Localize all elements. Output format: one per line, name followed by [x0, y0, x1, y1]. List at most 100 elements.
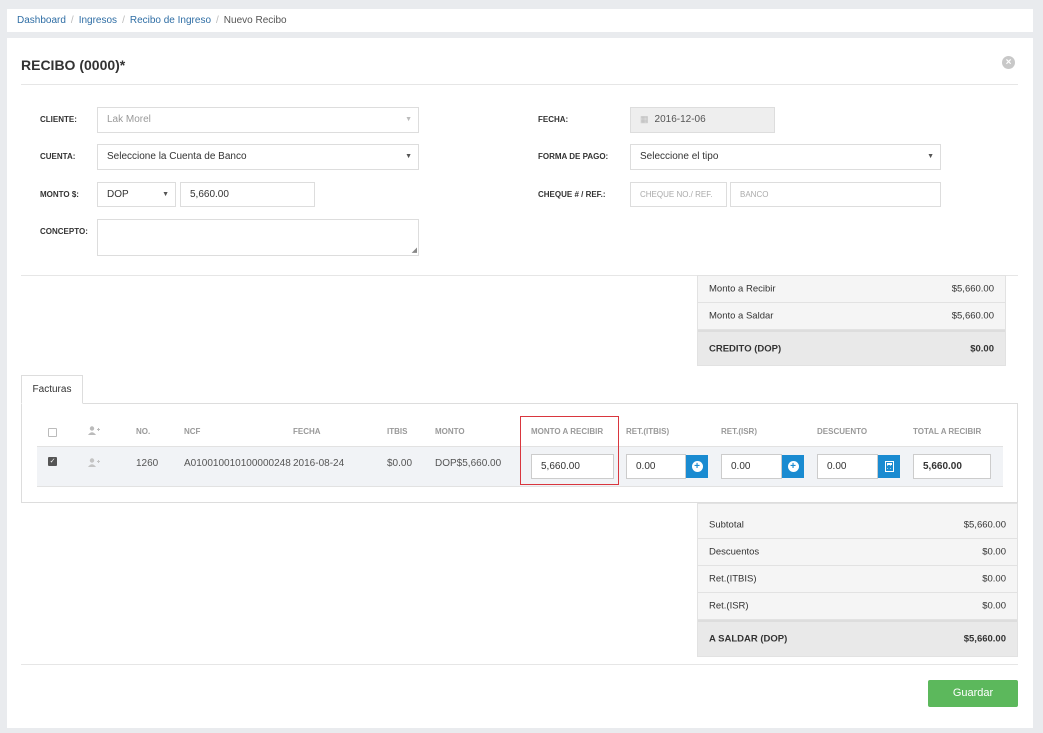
descuento-value: 0.00 — [827, 461, 847, 472]
cuenta-label: CUENTA: — [40, 152, 76, 161]
col-ncf: NCF — [184, 427, 201, 436]
summary-row: Monto a Recibir $5,660.00 — [698, 276, 1005, 303]
ret-isr-value: 0.00 — [731, 461, 751, 472]
breadcrumb-dashboard[interactable]: Dashboard — [17, 15, 66, 26]
cuenta-select[interactable]: Seleccione la Cuenta de Banco ▼ — [97, 144, 419, 170]
banco-input[interactable]: BANCO — [730, 182, 941, 207]
summary-value: $5,660.00 — [951, 310, 994, 322]
caret-down-icon: ▼ — [405, 153, 412, 160]
concepto-label: CONCEPTO: — [40, 227, 88, 236]
resize-handle-icon[interactable]: ◢ — [412, 247, 417, 254]
col-itbis: ITBIS — [387, 427, 408, 436]
forma-pago-label: FORMA DE PAGO: — [538, 152, 609, 161]
fecha-input[interactable]: ▦ 2016-12-06 — [630, 107, 775, 133]
tab-facturas[interactable]: Facturas — [21, 375, 83, 404]
select-all-checkbox[interactable] — [48, 428, 57, 437]
summary-label: Monto a Recibir — [709, 283, 776, 295]
credit-summary: Monto a Recibir $5,660.00 Monto a Saldar… — [697, 275, 1006, 366]
forma-pago-value: Seleccione el tipo — [640, 151, 719, 162]
close-icon[interactable]: × — [1002, 56, 1015, 69]
caret-down-icon: ▼ — [927, 153, 934, 160]
forma-pago-select[interactable]: Seleccione el tipo ▼ — [630, 144, 941, 170]
calculator-icon — [884, 461, 894, 472]
col-ret-isr: RET.(ISR) — [721, 427, 757, 436]
summary-total-row: A SALDAR (DOP) $5,660.00 — [698, 620, 1017, 656]
summary-total-value: $0.00 — [970, 343, 994, 354]
ret-itbis-value: 0.00 — [636, 461, 656, 472]
page-title: RECIBO (0000)* — [21, 57, 126, 73]
summary-value: $5,660.00 — [963, 519, 1006, 531]
summary-row: Monto a Saldar $5,660.00 — [698, 303, 1005, 330]
fecha-label: FECHA: — [538, 115, 569, 124]
total-a-recibir-value: 5,660.00 — [923, 461, 962, 472]
breadcrumb-current: Nuevo Recibo — [223, 15, 287, 26]
cliente-label: CLIENTE: — [40, 115, 77, 124]
cuenta-value: Seleccione la Cuenta de Banco — [107, 151, 247, 162]
summary-total-value: $5,660.00 — [963, 633, 1006, 645]
cliente-value: Lak Morel — [107, 114, 151, 125]
monto-value: 5,660.00 — [190, 189, 229, 200]
summary-label: Monto a Saldar — [709, 310, 774, 322]
summary-value: $0.00 — [982, 573, 1006, 585]
summary-label: Descuentos — [709, 546, 760, 558]
breadcrumb-ingresos[interactable]: Ingresos — [79, 15, 117, 26]
caret-down-icon: ▼ — [405, 116, 412, 123]
add-user-icon — [88, 426, 100, 435]
ret-isr-add-button[interactable]: + — [782, 455, 804, 478]
save-button[interactable]: Guardar — [928, 680, 1018, 707]
concepto-textarea[interactable]: ◢ — [97, 219, 419, 256]
breadcrumb-separator: / — [122, 15, 125, 26]
caret-down-icon: ▼ — [162, 191, 169, 198]
descuento-input[interactable]: 0.00 — [817, 454, 878, 479]
ret-itbis-input[interactable]: 0.00 — [626, 454, 686, 479]
total-a-recibir-input[interactable]: 5,660.00 — [913, 454, 991, 479]
cell-itbis: $0.00 — [387, 458, 413, 469]
breadcrumb-recibo-de-ingreso[interactable]: Recibo de Ingreso — [130, 15, 211, 26]
summary-row: Subtotal $5,660.00 — [698, 512, 1017, 539]
monto-label: MONTO $: — [40, 190, 79, 199]
monto-input[interactable]: 5,660.00 — [180, 182, 315, 207]
monto-a-recibir-highlight — [520, 416, 619, 485]
col-fecha: FECHA — [293, 427, 321, 436]
summary-label: Ret.(ITBIS) — [709, 573, 757, 585]
descuento-calc-button[interactable] — [878, 455, 900, 478]
summary-value: $5,660.00 — [951, 283, 994, 295]
totals-summary: Subtotal $5,660.00 Descuentos $0.00 Ret.… — [697, 503, 1018, 657]
ret-itbis-add-button[interactable]: + — [686, 455, 708, 478]
plus-circle-icon: + — [691, 461, 703, 472]
summary-total-row: CREDITO (DOP) $0.00 — [698, 330, 1005, 365]
ret-isr-input[interactable]: 0.00 — [721, 454, 782, 479]
col-descuento: DESCUENTO — [817, 427, 868, 436]
breadcrumb: Dashboard / Ingresos / Recibo de Ingreso / Nue… — [7, 9, 1033, 32]
calendar-icon: ▦ — [640, 114, 649, 124]
summary-value: $0.00 — [982, 546, 1006, 558]
summary-label: Ret.(ISR) — [709, 600, 749, 612]
col-total-a-recibir: TOTAL A RECIBIR — [913, 427, 982, 436]
cheque-label: CHEQUE # / REF.: — [538, 190, 606, 199]
cell-no: 1260 — [136, 458, 159, 469]
row-checkbox[interactable]: ✓ — [48, 457, 57, 466]
title-divider — [21, 84, 1018, 85]
footer-divider — [21, 664, 1018, 665]
currency-select[interactable]: DOP ▼ — [97, 182, 176, 207]
col-ret-itbis: RET.(ITBIS) — [626, 427, 670, 436]
summary-total-label: A SALDAR (DOP) — [709, 633, 788, 645]
summary-row: Descuentos $0.00 — [698, 539, 1017, 566]
plus-circle-icon: + — [787, 461, 799, 472]
cheque-input[interactable]: CHEQUE NO./ REF. — [630, 182, 727, 207]
summary-value: $0.00 — [982, 600, 1006, 612]
currency-value: DOP — [107, 189, 129, 200]
col-monto: MONTO — [435, 427, 465, 436]
summary-row: Ret.(ISR) $0.00 — [698, 593, 1017, 620]
breadcrumb-separator: / — [216, 15, 219, 26]
cliente-select[interactable]: Lak Morel ▼ — [97, 107, 419, 133]
summary-total-label: CREDITO (DOP) — [709, 343, 782, 354]
user-icon — [88, 458, 100, 467]
cheque-placeholder: CHEQUE NO./ REF. — [640, 190, 713, 199]
cell-monto: DOP$5,660.00 — [435, 458, 502, 469]
breadcrumb-separator: / — [70, 15, 74, 26]
summary-row: Ret.(ITBIS) $0.00 — [698, 566, 1017, 593]
col-no: NO. — [136, 427, 151, 436]
summary-label: Subtotal — [709, 519, 744, 531]
cell-fecha: 2016-08-24 — [293, 458, 345, 469]
